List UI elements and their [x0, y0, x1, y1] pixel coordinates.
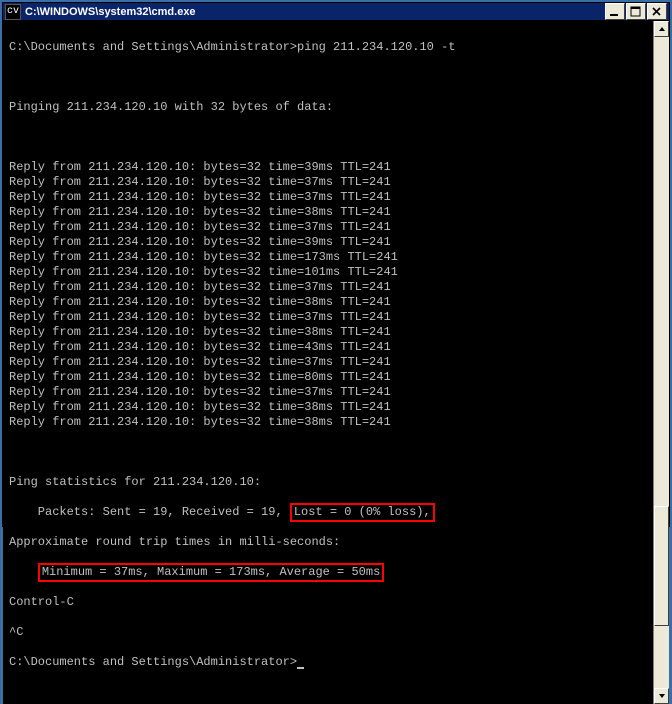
prompt-line: C:\Documents and Settings\Administrator>… [9, 40, 653, 55]
chevron-down-icon [658, 693, 666, 699]
minmax-line: Minimum = 37ms, Maximum = 173ms, Average… [9, 565, 653, 580]
packets-lost-highlight: Lost = 0 (0% loss), [290, 503, 435, 522]
blank-line [9, 130, 653, 145]
ping-reply-line: Reply from 211.234.120.10: bytes=32 time… [9, 175, 653, 190]
maximize-button[interactable] [626, 3, 646, 20]
command-text: ping 211.234.120.10 -t [297, 40, 455, 54]
cmd-icon: cv [5, 4, 21, 20]
minimize-icon [608, 6, 622, 17]
close-icon [650, 6, 664, 17]
blank-line [9, 445, 653, 460]
blank-line [9, 70, 653, 85]
minimize-button[interactable] [605, 3, 625, 20]
approx-line: Approximate round trip times in milli-se… [9, 535, 653, 550]
prompt-line-2: C:\Documents and Settings\Administrator> [9, 655, 653, 670]
text-cursor [297, 667, 304, 669]
window-controls [605, 3, 667, 20]
ping-reply-line: Reply from 211.234.120.10: bytes=32 time… [9, 265, 653, 280]
scroll-track[interactable] [654, 37, 669, 688]
scroll-up-button[interactable] [654, 21, 669, 37]
ping-reply-line: Reply from 211.234.120.10: bytes=32 time… [9, 310, 653, 325]
ping-header: Pinging 211.234.120.10 with 32 bytes of … [9, 100, 653, 115]
terminal-area: C:\Documents and Settings\Administrator>… [3, 21, 669, 704]
minmax-highlight: Minimum = 37ms, Maximum = 173ms, Average… [38, 563, 384, 582]
ping-reply-line: Reply from 211.234.120.10: bytes=32 time… [9, 220, 653, 235]
terminal-output[interactable]: C:\Documents and Settings\Administrator>… [3, 21, 653, 704]
ping-reply-line: Reply from 211.234.120.10: bytes=32 time… [9, 280, 653, 295]
vertical-scrollbar[interactable] [653, 21, 669, 704]
ping-reply-line: Reply from 211.234.120.10: bytes=32 time… [9, 250, 653, 265]
control-c-line: Control-C [9, 595, 653, 610]
ping-reply-line: Reply from 211.234.120.10: bytes=32 time… [9, 325, 653, 340]
ping-reply-line: Reply from 211.234.120.10: bytes=32 time… [9, 370, 653, 385]
chevron-up-icon [658, 26, 666, 32]
stats-header: Ping statistics for 211.234.120.10: [9, 475, 653, 490]
caret-c-line: ^C [9, 625, 653, 640]
prompt-text: C:\Documents and Settings\Administrator> [9, 40, 297, 54]
maximize-icon [629, 6, 643, 17]
ping-reply-line: Reply from 211.234.120.10: bytes=32 time… [9, 415, 653, 430]
packets-line: Packets: Sent = 19, Received = 19, Lost … [9, 505, 653, 520]
scroll-down-button[interactable] [654, 688, 669, 704]
window-title: C:\WINDOWS\system32\cmd.exe [25, 6, 605, 18]
cmd-window: cv C:\WINDOWS\system32\cmd.exe C:\Docume… [2, 2, 670, 527]
ping-reply-line: Reply from 211.234.120.10: bytes=32 time… [9, 295, 653, 310]
packets-prefix: Packets: Sent = 19, Received = 19, [9, 505, 290, 519]
prompt-text-2: C:\Documents and Settings\Administrator> [9, 655, 297, 669]
ping-reply-line: Reply from 211.234.120.10: bytes=32 time… [9, 355, 653, 370]
ping-reply-line: Reply from 211.234.120.10: bytes=32 time… [9, 190, 653, 205]
titlebar[interactable]: cv C:\WINDOWS\system32\cmd.exe [3, 3, 669, 21]
ping-reply-line: Reply from 211.234.120.10: bytes=32 time… [9, 160, 653, 175]
ping-reply-line: Reply from 211.234.120.10: bytes=32 time… [9, 205, 653, 220]
ping-reply-line: Reply from 211.234.120.10: bytes=32 time… [9, 340, 653, 355]
ping-reply-line: Reply from 211.234.120.10: bytes=32 time… [9, 400, 653, 415]
minmax-prefix [9, 565, 38, 579]
ping-reply-line: Reply from 211.234.120.10: bytes=32 time… [9, 385, 653, 400]
scroll-thumb[interactable] [654, 506, 669, 626]
close-button[interactable] [647, 3, 667, 20]
ping-reply-line: Reply from 211.234.120.10: bytes=32 time… [9, 235, 653, 250]
